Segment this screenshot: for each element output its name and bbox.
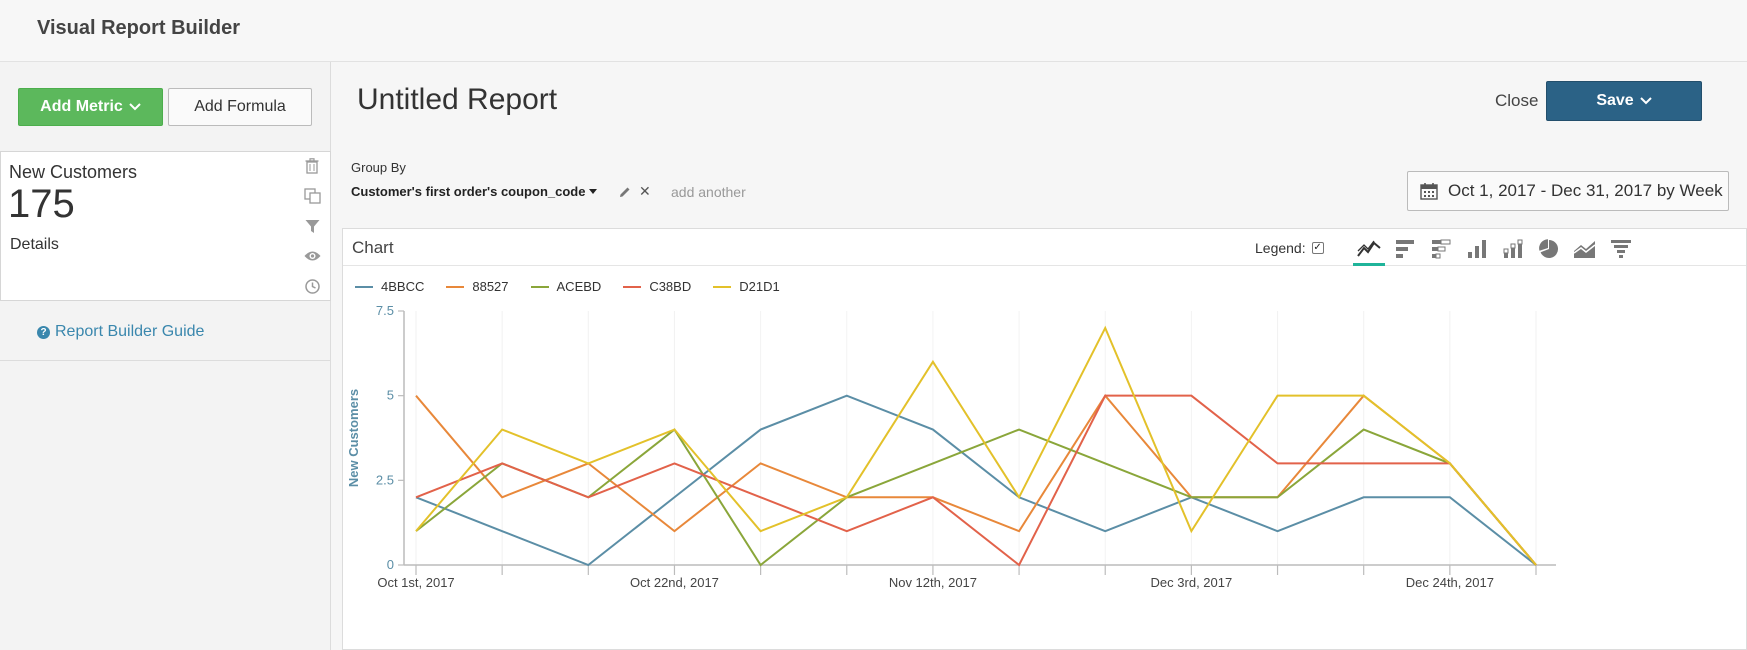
add-metric-button[interactable]: Add Metric (18, 88, 163, 126)
date-range-label: Oct 1, 2017 - Dec 31, 2017 by Week (1448, 181, 1723, 200)
filter-icon[interactable] (303, 216, 321, 236)
legend-checkbox[interactable]: ✓ (1311, 242, 1324, 254)
legend-toggle-label: Legend: (1255, 240, 1306, 256)
series-line-C38BD (415, 394, 1537, 567)
add-metric-label: Add Metric (40, 98, 123, 115)
save-button[interactable]: Save (1546, 81, 1702, 121)
report-main: Untitled Report Close Save Group By Cust… (332, 62, 1747, 650)
stacked-bar-icon[interactable] (1495, 233, 1531, 265)
x-tick-label: Dec 3rd, 2017 (1151, 575, 1233, 590)
close-button[interactable]: Close (1495, 91, 1538, 111)
chart-header: Chart Legend: ✓ (343, 229, 1746, 266)
sidebar: Add Metric Add Formula New Customers 175… (0, 62, 331, 650)
y-tick-label: 7.5 (376, 303, 394, 318)
remove-group-by-icon[interactable]: ✕ (639, 183, 651, 200)
legend-toggle[interactable]: Legend: ✓ (1255, 240, 1324, 256)
chevron-down-icon (129, 103, 141, 111)
x-tick-label: Dec 24th, 2017 (1406, 575, 1494, 590)
pie-chart-icon[interactable] (1531, 233, 1567, 265)
add-formula-button[interactable]: Add Formula (168, 88, 312, 126)
metric-actions (302, 156, 322, 296)
y-tick-label: 0 (387, 557, 394, 572)
horizontal-bar-icon[interactable] (1387, 233, 1423, 265)
chart-panel-title: Chart (352, 238, 394, 257)
chevron-down-icon (1639, 97, 1652, 105)
guide-row: ? Report Builder Guide (0, 301, 331, 361)
bar-chart-icon[interactable] (1459, 233, 1495, 265)
group-by-select[interactable]: Customer's first order's coupon_code (351, 184, 598, 199)
series-line-88527 (415, 393, 1537, 566)
app-header: Visual Report Builder (0, 0, 1747, 62)
line-chart-icon[interactable] (1351, 233, 1387, 266)
date-range-picker[interactable]: Oct 1, 2017 - Dec 31, 2017 by Week (1407, 171, 1729, 211)
metric-name: New Customers (9, 162, 138, 182)
pencil-icon[interactable] (619, 186, 631, 198)
group-by-label: Group By (351, 160, 406, 175)
metric-value: 175 (8, 182, 75, 226)
eye-icon[interactable] (303, 246, 321, 266)
report-builder-guide-link[interactable]: ? Report Builder Guide (37, 323, 204, 341)
add-another-link[interactable]: add another (671, 184, 746, 200)
app-title: Visual Report Builder (37, 17, 241, 39)
metric-details-link[interactable]: Details (10, 236, 59, 254)
guide-label: Report Builder Guide (55, 323, 205, 340)
stacked-horizontal-bar-icon[interactable] (1423, 233, 1459, 265)
caret-down-icon (589, 189, 598, 194)
y-axis-label: New Customers (346, 389, 361, 487)
save-label: Save (1596, 92, 1634, 109)
calendar-icon (1420, 183, 1438, 200)
series-line-4BBCC (415, 394, 1537, 567)
x-tick-label: Oct 1st, 2017 (377, 575, 454, 590)
chart-panel: Chart Legend: ✓ 4BBCC 88527 ACEBD C38BD … (342, 228, 1747, 650)
report-title[interactable]: Untitled Report (357, 83, 557, 117)
metric-card[interactable]: New Customers 175 Details (0, 151, 331, 301)
funnel-chart-icon[interactable] (1603, 233, 1639, 265)
group-by-value: Customer's first order's coupon_code (351, 184, 586, 199)
y-tick-label: 2.5 (376, 472, 394, 487)
chart-type-switcher (1351, 233, 1639, 266)
y-tick-label: 5 (387, 388, 394, 403)
help-icon: ? (37, 325, 50, 339)
x-tick-label: Oct 22nd, 2017 (630, 575, 719, 590)
clock-icon[interactable] (303, 276, 321, 296)
x-tick-label: Nov 12th, 2017 (889, 575, 977, 590)
copy-icon[interactable] (303, 186, 321, 206)
trash-icon[interactable] (303, 156, 321, 176)
line-chart: 0 2.5 5 7.5 New Customers Oct 1st, 2017 Oct 22… (346, 303, 1556, 590)
area-chart-icon[interactable] (1567, 233, 1603, 265)
